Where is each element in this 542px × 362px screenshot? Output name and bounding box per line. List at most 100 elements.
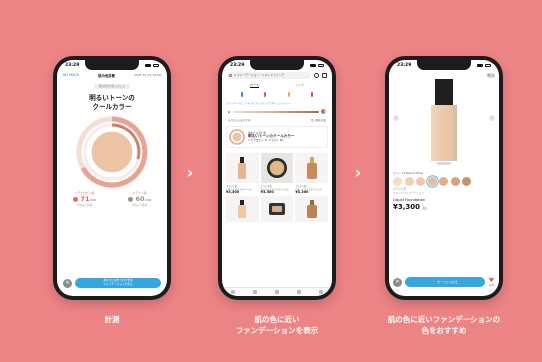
shade-swatch[interactable]: [404, 177, 414, 186]
recommend-toggle[interactable]: あなたへのおすすめ: [228, 118, 251, 122]
melanin-score: 60: [135, 195, 145, 203]
category-icon[interactable]: [311, 92, 314, 97]
compact-icon: [266, 158, 287, 178]
close-detail-button[interactable]: 閉じる: [487, 73, 495, 78]
melanin-note: 平均より低め: [131, 204, 148, 207]
shade-swatch[interactable]: [462, 177, 471, 186]
result-pill: 肌の色を分析しました: [94, 84, 130, 89]
battery-icon: [485, 64, 491, 67]
compact-icon: [268, 203, 285, 215]
cart-icon[interactable]: [322, 73, 327, 78]
recommendation-text: あなたに近い色 明るいトーンのクールカラー ヘモグロビン 71 メラニン 60: [248, 132, 294, 143]
hemoglobin-unit: /100: [89, 198, 97, 202]
shade-swatch[interactable]: [393, 177, 402, 186]
slider-icon: ◐: [228, 109, 231, 114]
caption-detail-line2: 色をおすすめ: [421, 326, 467, 335]
product-image[interactable]: [295, 153, 328, 183]
melanin-number: ● 60/100: [127, 195, 152, 203]
category-tabs: ベース メイク: [222, 80, 332, 89]
category-icon[interactable]: [264, 92, 267, 97]
melanin-unit: /100: [144, 198, 152, 202]
shade-swatch-selected[interactable]: [427, 177, 437, 186]
result-title-line2: クールカラー: [92, 102, 132, 111]
favorite-button[interactable]: ♥ 1234: [488, 277, 495, 287]
notch: [85, 60, 139, 70]
product-info[interactable]: ブランド名 リキッドファンデーション ¥3,300: [295, 185, 328, 194]
prev-image-button[interactable]: ‹: [393, 115, 399, 121]
status-time: 23:29: [230, 63, 245, 68]
tab-search-icon[interactable]: [253, 290, 257, 294]
settings-icon[interactable]: [314, 73, 319, 78]
category-icon[interactable]: [240, 92, 243, 97]
product-price: ¥3,300: [226, 190, 240, 194]
bottom-actions: ✕ あなたに似合うおすすめ ファンデーションを見る: [63, 278, 161, 288]
reco-sub: ヘモグロビン 71 メラニン 60: [248, 138, 284, 142]
mini-ring-icon: [229, 129, 245, 145]
arrow-next-2: ›: [354, 163, 362, 182]
favorite-count: 1234: [488, 284, 495, 287]
tab-base[interactable]: ベース: [250, 83, 259, 88]
notch: [250, 60, 304, 70]
close-button[interactable]: ✕: [63, 278, 72, 288]
image-indicator: [437, 162, 451, 165]
category-icons: [222, 89, 332, 100]
shade-swatch[interactable]: [439, 177, 448, 186]
recommendation-card[interactable]: あなたに近い色 明るいトーンのクールカラー ヘモグロビン 71 メラニン 60: [226, 126, 328, 148]
tab-makeup[interactable]: メイク: [295, 83, 304, 88]
status-time: 23:29: [65, 63, 80, 68]
caption-list-line1: 肌の色に近い: [254, 315, 300, 324]
product-image[interactable]: [295, 196, 328, 222]
product-image[interactable]: [226, 196, 259, 222]
hemoglobin-score: 71: [80, 195, 90, 203]
measurement-values: ヘモグロビン値 ● 71/100 平均より高め メラニン値 ● 60/100 平…: [57, 191, 167, 207]
caption-list: 肌の色に近い ファンデーションを表示: [202, 314, 352, 336]
category-icon[interactable]: [287, 92, 290, 97]
shade-swatch[interactable]: [450, 177, 460, 186]
header-title: 肌の色診断: [98, 74, 116, 78]
see-recommendations-button[interactable]: あなたに似合うおすすめ ファンデーションを見る: [75, 278, 161, 288]
result-title: 明るいトーンの クールカラー: [57, 94, 167, 111]
foundation-bottle-icon: [306, 200, 317, 218]
tab-home-icon[interactable]: [231, 290, 235, 294]
tab-profile-icon[interactable]: [319, 290, 323, 294]
header-date: 2021.07.21 12:00: [134, 73, 161, 77]
sort-button[interactable]: 並び順を変更: [311, 118, 326, 122]
header-left-link[interactable]: NG MAOS: [63, 73, 79, 78]
product-image[interactable]: [226, 153, 259, 183]
shade-swatch[interactable]: [416, 177, 425, 186]
phone-list-screen: 23:29 A ファンデーション・リキッドファンデ ベース メイク ファンデーシ…: [222, 60, 332, 296]
caption-detail: 肌の色に近いファンデーションの 色をおすすめ: [369, 314, 519, 336]
skin-tone-ring-graphic: [76, 116, 148, 188]
product-image[interactable]: [260, 153, 294, 183]
search-input[interactable]: A ファンデーション・リキッドファンデ: [227, 72, 311, 79]
hemoglobin-note: 平均より高め: [76, 204, 93, 207]
foundation-bottle-icon: [238, 157, 247, 179]
product-meta: ブランド名 リキッドファンデーション: [389, 186, 499, 198]
tab-favorite-icon[interactable]: [297, 290, 301, 294]
heart-icon: ♥: [488, 277, 495, 284]
shade-label: カラー: 01 Natural Beige: [393, 172, 424, 175]
next-image-button[interactable]: ›: [489, 115, 495, 121]
battery-icon: [318, 64, 324, 67]
battery-icon: [153, 64, 159, 67]
detail-actions: ✕ 🛒 カートに入れる ♥ 1234: [393, 277, 495, 287]
product-grid: ブランド名 リキッドファンデーション ¥3,300 ブランド名 クッションファン…: [222, 151, 332, 224]
hemoglobin-value: ヘモグロビン値 ● 71/100 平均より高め: [73, 191, 97, 207]
product-price: ¥3,300: [295, 190, 309, 194]
product-info[interactable]: ブランド名 クッションファンデーション ¥3,300: [261, 185, 294, 194]
color-wheel-icon[interactable]: [321, 109, 326, 114]
product-image[interactable]: [260, 196, 294, 222]
phone-list: 23:29 A ファンデーション・リキッドファンデ ベース メイク ファンデーシ…: [218, 56, 336, 300]
status-time: 23:29: [397, 63, 412, 68]
add-to-cart-button[interactable]: 🛒 カートに入れる: [405, 277, 485, 287]
tab-camera-icon[interactable]: [275, 290, 279, 294]
tone-slider[interactable]: [232, 110, 319, 113]
product-category: リキッドファンデーション: [393, 191, 425, 195]
product-info[interactable]: ブランド名 リキッドファンデーション ¥3,300: [226, 185, 259, 194]
close-button[interactable]: ✕: [393, 277, 402, 287]
phone-measure-screen: 23:29 NG MAOS 肌の色診断 2021.07.21 12:00 肌の色…: [57, 60, 167, 296]
arrow-next-1: ›: [186, 163, 194, 182]
status-icons: [477, 64, 491, 67]
status-icons: [145, 64, 159, 67]
status-icons: [310, 64, 324, 67]
